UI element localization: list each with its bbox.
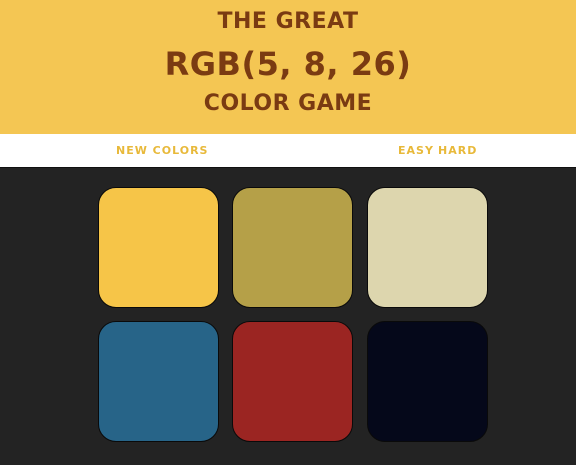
color-square-6[interactable] — [367, 321, 488, 442]
title-bottom: COLOR GAME — [203, 91, 373, 116]
new-colors-button[interactable]: NEW COLORS — [116, 144, 208, 157]
control-bar-divider — [0, 167, 576, 168]
target-color-display: RGB(5, 8, 26) — [164, 45, 412, 83]
color-square-5[interactable] — [232, 321, 353, 442]
game-header: THE GREAT RGB(5, 8, 26) COLOR GAME — [0, 0, 576, 134]
color-square-3[interactable] — [367, 187, 488, 308]
color-square-2[interactable] — [232, 187, 353, 308]
color-square-4[interactable] — [98, 321, 219, 442]
hard-mode-button[interactable]: HARD — [438, 144, 477, 157]
color-square-1[interactable] — [98, 187, 219, 308]
title-top: THE GREAT — [217, 9, 359, 34]
easy-mode-button[interactable]: EASY — [398, 144, 434, 157]
control-bar — [0, 134, 576, 167]
